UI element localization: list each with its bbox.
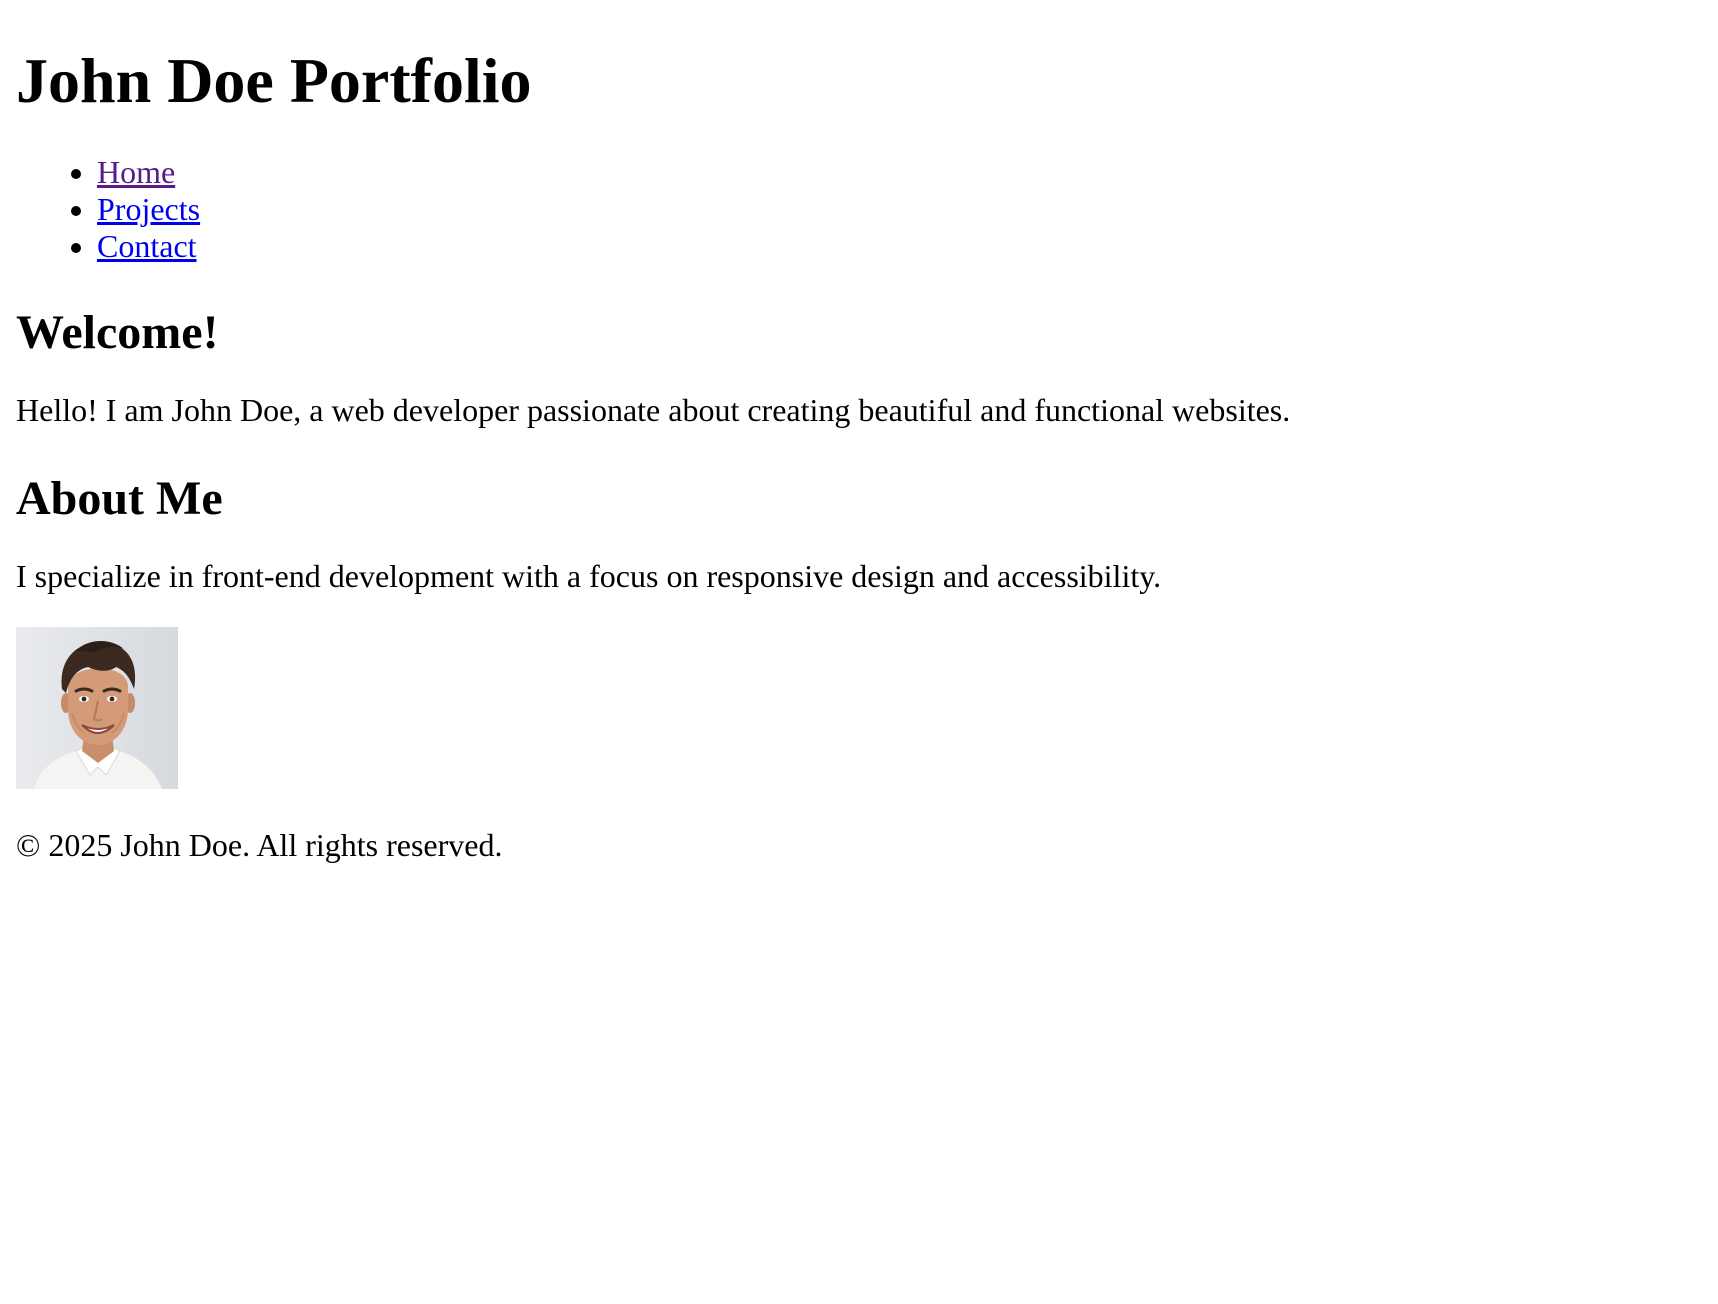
nav-list: Home Projects Contact	[16, 154, 1696, 265]
main-nav: Home Projects Contact	[16, 154, 1696, 265]
nav-item-projects: Projects	[97, 191, 1696, 228]
nav-item-contact: Contact	[97, 228, 1696, 265]
about-section: About Me I specialize in front-end devel…	[16, 471, 1696, 789]
nav-link-contact[interactable]: Contact	[97, 228, 197, 264]
site-footer: © 2025 John Doe. All rights reserved.	[16, 827, 1696, 864]
copyright-text: © 2025 John Doe. All rights reserved.	[16, 827, 503, 863]
profile-photo	[16, 627, 178, 789]
page: John Doe Portfolio Home Projects Contact…	[16, 0, 1696, 864]
about-text: I specialize in front-end development wi…	[16, 558, 1162, 594]
welcome-heading: Welcome!	[16, 306, 219, 359]
nav-link-projects[interactable]: Projects	[97, 191, 200, 227]
about-heading: About Me	[16, 472, 223, 525]
nav-item-home: Home	[97, 154, 1696, 191]
site-header: John Doe Portfolio Home Projects Contact	[16, 44, 1696, 265]
welcome-text: Hello! I am John Doe, a web developer pa…	[16, 392, 1291, 428]
welcome-section: Welcome! Hello! I am John Doe, a web dev…	[16, 305, 1696, 429]
page-title: John Doe Portfolio	[16, 45, 532, 116]
nav-link-home[interactable]: Home	[97, 154, 175, 190]
